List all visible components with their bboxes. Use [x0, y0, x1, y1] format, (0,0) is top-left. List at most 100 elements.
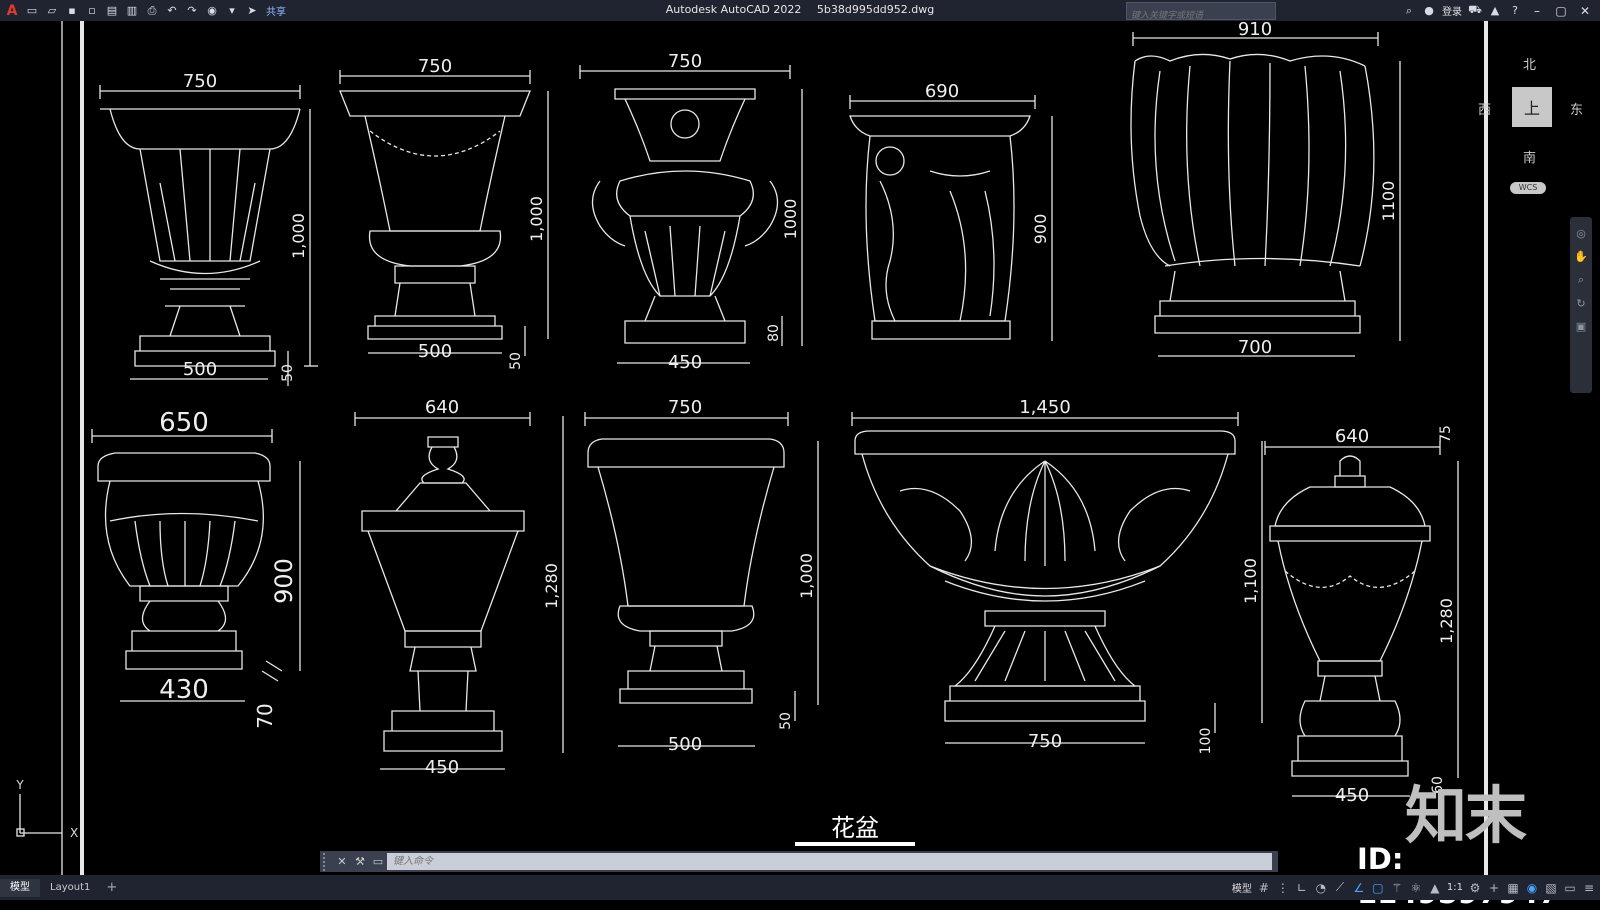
- isodraft-icon[interactable]: ⟋: [1333, 880, 1347, 895]
- hardware-acceleration-icon[interactable]: ▧: [1544, 881, 1558, 895]
- dim-v3-height: 1000: [781, 199, 800, 240]
- workspace-icon[interactable]: ◉: [204, 3, 220, 18]
- object-snap-tracking-icon[interactable]: ∠: [1352, 881, 1366, 895]
- showmotion-icon[interactable]: ▣: [1570, 320, 1592, 333]
- dim-v3-base: 80: [766, 324, 782, 342]
- drawing-title: 花盆: [831, 814, 879, 842]
- add-layout-icon[interactable]: +: [100, 880, 123, 895]
- steering-wheel-icon[interactable]: ◎: [1570, 227, 1592, 240]
- snap-icon[interactable]: ⋮: [1276, 881, 1290, 895]
- annotation-scale-icon[interactable]: ▲: [1428, 881, 1442, 895]
- customize-toolbar-icon[interactable]: ▾: [224, 3, 240, 18]
- workspace-switch-icon[interactable]: ⚙: [1468, 881, 1482, 895]
- save-icon[interactable]: ▪: [64, 3, 80, 18]
- print-icon[interactable]: ⎙: [144, 3, 160, 18]
- grid-icon[interactable]: #: [1257, 881, 1271, 895]
- tab-layout1[interactable]: Layout1: [40, 879, 100, 897]
- recent-commands-icon[interactable]: ▭: [369, 855, 387, 868]
- viewcube[interactable]: 北 西 东 南 上: [1478, 54, 1600, 167]
- vase-2: [339, 90, 531, 340]
- dim-v2-height: 1,000: [527, 196, 546, 242]
- dim-v7-height: 1,280: [542, 563, 561, 609]
- customization-icon[interactable]: ≡: [1582, 881, 1596, 895]
- cart-icon[interactable]: ⛟: [1468, 3, 1482, 18]
- svg-text:X: X: [70, 826, 78, 840]
- tab-model[interactable]: 模型: [0, 878, 40, 897]
- dim-v1-top: 750: [183, 71, 217, 92]
- close-button[interactable]: ✕: [1576, 4, 1594, 18]
- drawing-canvas[interactable]: Y X 750 500 1,000 50 750 500 1,000 50 75…: [0, 21, 1600, 875]
- command-line-grip[interactable]: [323, 852, 333, 871]
- dim-v9-bottom: 750: [1028, 731, 1062, 752]
- isolate-objects-icon[interactable]: ◉: [1525, 881, 1539, 895]
- zoom-icon[interactable]: ⌕: [1570, 273, 1592, 287]
- undo-icon[interactable]: ↶: [164, 3, 180, 18]
- maximize-button[interactable]: ▢: [1552, 4, 1570, 18]
- dim-v8-height: 1,000: [797, 553, 816, 599]
- login-button[interactable]: 登录: [1442, 3, 1462, 18]
- auto-scale-icon[interactable]: ⚛: [1409, 881, 1423, 895]
- command-input[interactable]: [387, 853, 1272, 870]
- help-icon[interactable]: ?: [1508, 4, 1522, 17]
- dim-v8-base: 50: [778, 712, 794, 730]
- object-snap-icon[interactable]: ▢: [1371, 881, 1385, 895]
- dim-v10-height: 1,280: [1437, 598, 1456, 644]
- dim-v8-bottom: 500: [668, 734, 702, 755]
- pan-icon[interactable]: ✋: [1570, 250, 1592, 263]
- share-icon[interactable]: ➤: [244, 3, 260, 18]
- vase-3: [591, 88, 779, 344]
- annotation-visibility-icon[interactable]: ⚚: [1390, 881, 1404, 895]
- viewcube-south[interactable]: 南: [1523, 147, 1536, 166]
- viewcube-west[interactable]: 西: [1478, 99, 1491, 118]
- share-label[interactable]: 共享: [266, 3, 286, 18]
- user-icon[interactable]: ●: [1422, 4, 1436, 17]
- close-icon[interactable]: ✕: [333, 855, 351, 868]
- save-as-icon[interactable]: ▫: [84, 3, 100, 18]
- app-name: Autodesk AutoCAD 2022: [665, 3, 802, 16]
- dim-v9-base: 100: [1198, 728, 1214, 755]
- dim-v1-base: 50: [280, 364, 296, 382]
- dim-v10-cap: 75: [1438, 425, 1454, 443]
- annotation-scale-value[interactable]: 1:1: [1447, 882, 1463, 893]
- wcs-menu[interactable]: WCS: [1510, 182, 1546, 194]
- dim-v1-bottom: 500: [183, 359, 217, 380]
- title-bar: A ▭ ▱ ▪ ▫ ▤ ▥ ⎙ ↶ ↷ ◉ ▾ ➤ 共享 Autodesk Au…: [0, 0, 1600, 24]
- autodesk-a360-icon[interactable]: ▲: [1488, 4, 1502, 17]
- dim-v3-top: 750: [668, 51, 702, 72]
- customize-icon[interactable]: ⚒: [351, 855, 369, 868]
- navigation-bar[interactable]: ◎ ✋ ⌕ ↻ ▣: [1570, 217, 1592, 393]
- search-icon[interactable]: ⌕: [1402, 4, 1416, 18]
- dim-v6-bottom: 430: [159, 675, 209, 705]
- cad-drawing: Y X 750 500 1,000 50 750 500 1,000 50 75…: [15, 21, 1488, 875]
- minimize-button[interactable]: –: [1528, 4, 1546, 18]
- publish-icon[interactable]: ▥: [124, 3, 140, 18]
- model-space-button[interactable]: 模型: [1232, 880, 1252, 895]
- vase-6-dims: [91, 429, 301, 702]
- redo-icon[interactable]: ↷: [184, 3, 200, 18]
- new-file-icon[interactable]: ▭: [24, 3, 40, 18]
- status-tools: 模型 # ⋮ ∟ ◔ ⟋ ∠ ▢ ⚚ ⚛ ▲ 1:1 ⚙ + ▦ ◉ ▧ ▭ ≡: [1232, 875, 1596, 900]
- vase-7: [361, 436, 525, 752]
- sheet-set-icon[interactable]: ▤: [104, 3, 120, 18]
- clean-screen-icon[interactable]: ▭: [1563, 881, 1577, 895]
- vase-10-dims: [1264, 441, 1459, 797]
- dim-v2-top: 750: [418, 56, 452, 77]
- vase-7-dims: [354, 412, 564, 770]
- dim-v9-height: 1,100: [1241, 558, 1260, 604]
- app-menu-button[interactable]: A: [4, 3, 20, 19]
- quick-access-toolbar: A ▭ ▱ ▪ ▫ ▤ ▥ ⎙ ↶ ↷ ◉ ▾ ➤ 共享: [0, 3, 286, 19]
- vase-9: [854, 430, 1236, 722]
- orbit-icon[interactable]: ↻: [1570, 297, 1592, 310]
- search-box[interactable]: [1126, 2, 1276, 24]
- annotation-monitor-icon[interactable]: +: [1487, 881, 1501, 895]
- polar-icon[interactable]: ◔: [1314, 881, 1328, 895]
- units-icon[interactable]: ▦: [1506, 881, 1520, 895]
- vase-6: [97, 452, 271, 670]
- ortho-icon[interactable]: ∟: [1295, 881, 1309, 895]
- dim-v7-top: 640: [425, 397, 459, 418]
- viewcube-top-face[interactable]: 上: [1512, 87, 1552, 127]
- open-folder-icon[interactable]: ▱: [44, 3, 60, 18]
- vase-2-dims: [339, 70, 549, 356]
- viewcube-east[interactable]: 东: [1570, 99, 1583, 118]
- viewcube-north[interactable]: 北: [1523, 54, 1536, 73]
